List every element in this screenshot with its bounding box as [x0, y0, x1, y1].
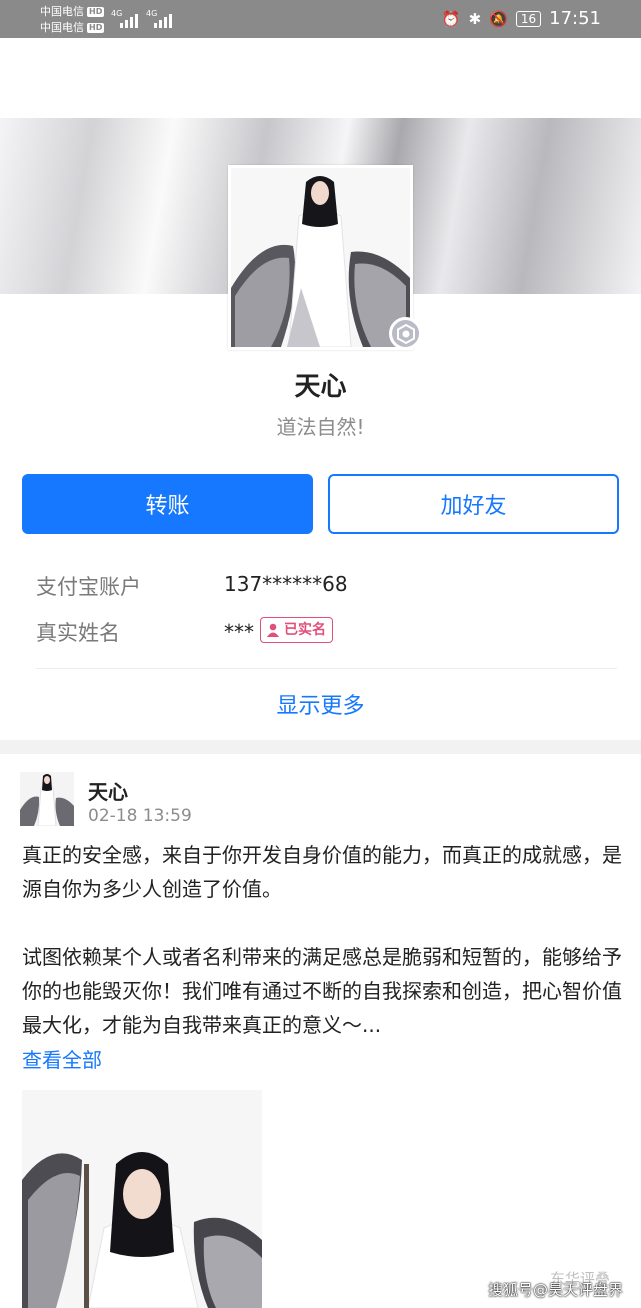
post-paragraph-1: 真正的安全感，来自于你开发自身价值的能力，而真正的成就感，是源自你为多少人创造了…	[22, 843, 622, 901]
realname-label: 真实姓名	[36, 621, 120, 645]
account-value: 137******68	[224, 572, 348, 596]
show-more-link[interactable]: 显示更多	[0, 688, 641, 720]
see-all-link[interactable]: 查看全部	[22, 1044, 102, 1073]
verified-badge-label: 已实名	[284, 621, 326, 638]
status-bar: 中国电信 HD 中国电信 HD 4G 4G ⏰ ✱ 🔕 16 17:51	[0, 0, 641, 38]
add-friend-button[interactable]: 加好友	[328, 474, 619, 534]
verified-badge: 已实名	[260, 617, 333, 643]
post-timestamp: 02-18 13:59	[88, 806, 192, 826]
battery-icon: 16	[515, 10, 542, 27]
post-author-avatar[interactable]	[20, 772, 74, 826]
shield-badge-icon	[389, 317, 422, 350]
divider	[36, 668, 617, 669]
signal-icon-2	[154, 10, 172, 28]
source-watermark: 搜狐号@昊天评盘界	[488, 1281, 624, 1299]
realname-value: ***	[224, 620, 254, 644]
profile-name: 天心	[294, 372, 347, 402]
clock: 17:51	[549, 8, 601, 29]
transfer-button[interactable]: 转账	[22, 474, 313, 534]
post-paragraph-2: 试图依赖某个人或者名利带来的满足感总是脆弱和短暂的，能够给予你的也能毁灭你！我们…	[22, 945, 622, 1037]
status-icons: ⏰ ✱ 🔕 16 17:51	[442, 8, 601, 29]
post-author-name[interactable]: 天心	[88, 776, 128, 805]
post-photo[interactable]	[22, 1090, 262, 1308]
section-separator	[0, 740, 641, 754]
bell-off-icon: 🔕	[489, 9, 508, 28]
carrier-1: 中国电信 HD	[40, 5, 105, 18]
bluetooth-icon: ✱	[468, 9, 482, 28]
profile-avatar[interactable]	[228, 165, 413, 350]
profile-motto: 道法自然!	[276, 415, 365, 439]
alarm-icon: ⏰	[441, 9, 461, 28]
person-icon	[267, 623, 279, 637]
signal-icon	[120, 10, 138, 28]
carrier-2: 中国电信 HD	[40, 21, 105, 34]
account-label: 支付宝账户	[36, 575, 141, 599]
